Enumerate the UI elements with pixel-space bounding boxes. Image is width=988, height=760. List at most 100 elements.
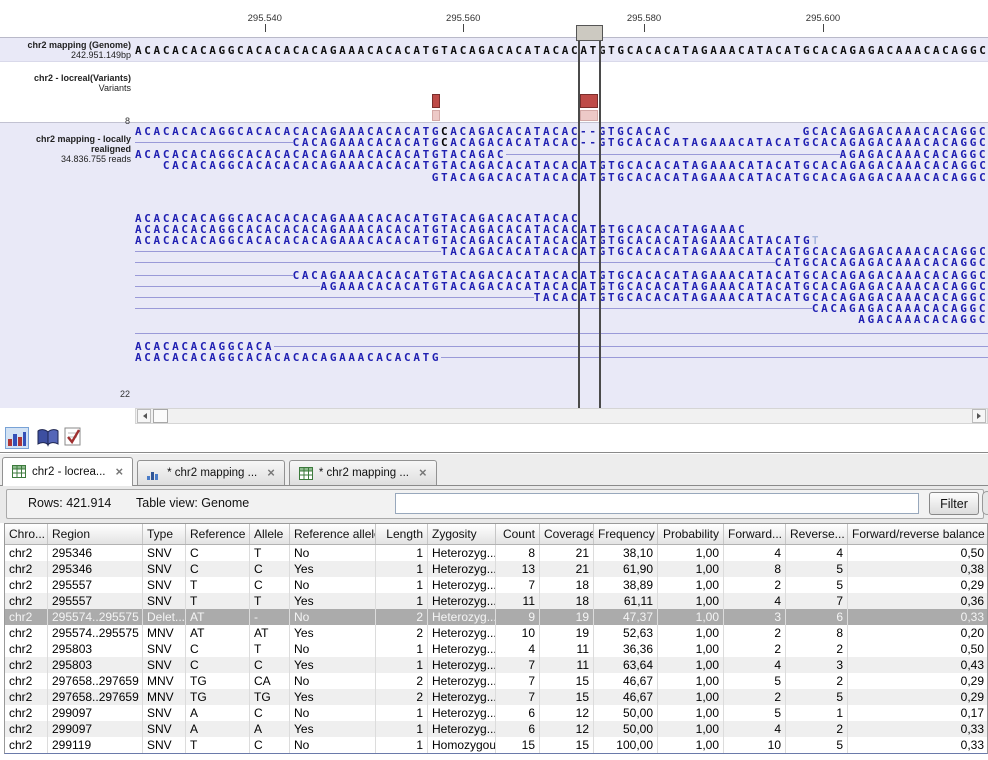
table-cell: No: [290, 577, 376, 593]
table-header-cell[interactable]: Count: [496, 524, 540, 544]
table-row[interactable]: chr2295557SNVTTYes1Heterozyg...111861,11…: [5, 593, 987, 609]
side-panel-handle[interactable]: [982, 491, 988, 515]
table-header-cell[interactable]: Forward/reverse balance: [848, 524, 988, 544]
rows-count-label: Rows: 421.914: [28, 496, 111, 510]
table-cell: C: [186, 657, 250, 673]
table-row[interactable]: chr2295346SNVCCYes1Heterozyg...132161,90…: [5, 561, 987, 577]
table-cell: 295557: [48, 577, 143, 593]
track-graph-icon[interactable]: [5, 427, 29, 449]
table-cell: 1,00: [658, 641, 724, 657]
scroll-right-arrow-icon[interactable]: [972, 409, 986, 423]
table-header-cell[interactable]: Type: [143, 524, 186, 544]
pair-connector-line: [441, 357, 988, 358]
table-row[interactable]: chr2295346SNVCTNo1Heterozyg...82138,101,…: [5, 545, 987, 561]
ruler-tick: [265, 24, 266, 32]
table-cell: 8: [496, 545, 540, 561]
table-row[interactable]: chr2295803SNVCCYes1Heterozyg...71163,641…: [5, 657, 987, 673]
table-cell: 19: [540, 625, 594, 641]
read-sequence: ACAGACACATACAC: [450, 137, 580, 148]
table-cell: Heterozyg...: [428, 657, 496, 673]
table-header-cell[interactable]: Forward...: [724, 524, 786, 544]
tab-bar: chr2 - locrea...×* chr2 mapping ...×* ch…: [0, 454, 988, 486]
table-header-cell[interactable]: Reverse...: [786, 524, 848, 544]
table-cell: 299097: [48, 705, 143, 721]
table-header-cell[interactable]: Region: [48, 524, 143, 544]
table-cell: 5: [786, 737, 848, 753]
report-check-icon[interactable]: [64, 427, 84, 449]
book-icon[interactable]: [36, 427, 60, 449]
table-cell: 1: [376, 577, 428, 593]
tab[interactable]: * chr2 mapping ...×: [289, 460, 437, 485]
close-icon[interactable]: ×: [267, 468, 275, 478]
table-cell: 0,33: [848, 721, 988, 737]
table-row[interactable]: chr2299097SNVACNo1Heterozyg...61250,001,…: [5, 705, 987, 721]
table-header-cell[interactable]: Frequency: [594, 524, 658, 544]
table-cell: 2: [376, 689, 428, 705]
close-icon[interactable]: ×: [419, 468, 427, 478]
table-header-cell[interactable]: Coverage: [540, 524, 594, 544]
table-cell: 5: [786, 689, 848, 705]
table-cell: 21: [540, 545, 594, 561]
table-header-cell[interactable]: Chro...: [5, 524, 48, 544]
table-cell: SNV: [143, 657, 186, 673]
table-cell: Heterozyg...: [428, 641, 496, 657]
table-cell: 4: [724, 657, 786, 673]
table-cell: SNV: [143, 545, 186, 561]
table-cell: MNV: [143, 673, 186, 689]
table-cell: 299119: [48, 737, 143, 753]
table-row[interactable]: chr2297658..297659MNVTGCANo2Heterozyg...…: [5, 673, 987, 689]
table-cell: No: [290, 609, 376, 625]
selection-handle[interactable]: [576, 25, 603, 41]
table-header-cell[interactable]: Zygosity: [428, 524, 496, 544]
table-cell: 295574..295575: [48, 625, 143, 641]
table-cell: A: [186, 721, 250, 737]
close-icon[interactable]: ×: [116, 467, 124, 477]
tab[interactable]: * chr2 mapping ...×: [137, 460, 285, 485]
table-cell: 1: [376, 705, 428, 721]
tab[interactable]: chr2 - locrea...×: [2, 457, 133, 486]
table-cell: 50,00: [594, 721, 658, 737]
filter-button[interactable]: Filter: [929, 492, 979, 515]
table-row[interactable]: chr2299119SNVTCNo1Homozygous1515100,001,…: [5, 737, 987, 753]
table-cell: T: [186, 737, 250, 753]
table-cell: C: [186, 641, 250, 657]
table-row[interactable]: chr2299097SNVAAYes1Heterozyg...61250,001…: [5, 721, 987, 737]
table-cell: 2: [724, 625, 786, 641]
table-cell: 295346: [48, 545, 143, 561]
table-cell: 0,33: [848, 737, 988, 753]
table-cell: Heterozyg...: [428, 705, 496, 721]
table-cell: chr2: [5, 705, 48, 721]
scroll-left-arrow-icon[interactable]: [137, 409, 151, 423]
scrollbar-thumb[interactable]: [153, 409, 168, 423]
table-row[interactable]: chr2295574..295575Delet...AT-No2Heterozy…: [5, 609, 987, 625]
table-row[interactable]: chr2295557SNVTCNo1Heterozyg...71838,891,…: [5, 577, 987, 593]
table-cell: 4: [724, 593, 786, 609]
table-cell: 1,00: [658, 609, 724, 625]
table-header-cell[interactable]: Reference allele: [290, 524, 376, 544]
table-icon: [12, 465, 26, 478]
variant-mark[interactable]: [432, 94, 440, 108]
table-cell: 61,11: [594, 593, 658, 609]
table-cell: 4: [724, 721, 786, 737]
table-header-cell[interactable]: Allele: [250, 524, 290, 544]
table-header-cell[interactable]: Reference: [186, 524, 250, 544]
table-row[interactable]: chr2297658..297659MNVTGTGYes2Heterozyg..…: [5, 689, 987, 705]
table-cell: 297658..297659: [48, 689, 143, 705]
table-header-cell[interactable]: Length: [376, 524, 428, 544]
filter-input[interactable]: [395, 493, 919, 514]
table-row[interactable]: chr2295803SNVCTNo1Heterozyg...41136,361,…: [5, 641, 987, 657]
browser-view: chr2 mapping (Genome) 242.951.149bp chr2…: [0, 0, 988, 408]
table-cell: 1,00: [658, 689, 724, 705]
table-cell: chr2: [5, 689, 48, 705]
selection-column[interactable]: [578, 40, 601, 408]
table-cell: 1,00: [658, 721, 724, 737]
table-cell: 18: [540, 577, 594, 593]
pair-connector-line: [135, 297, 534, 298]
table-cell: 46,67: [594, 673, 658, 689]
table-row[interactable]: chr2295574..295575MNVATATYes2Heterozyg..…: [5, 625, 987, 641]
horizontal-scrollbar[interactable]: [135, 408, 988, 424]
table-cell: 1,00: [658, 577, 724, 593]
ruler-tick: [463, 24, 464, 32]
table-icon: [299, 467, 313, 480]
table-header-cell[interactable]: Probability: [658, 524, 724, 544]
